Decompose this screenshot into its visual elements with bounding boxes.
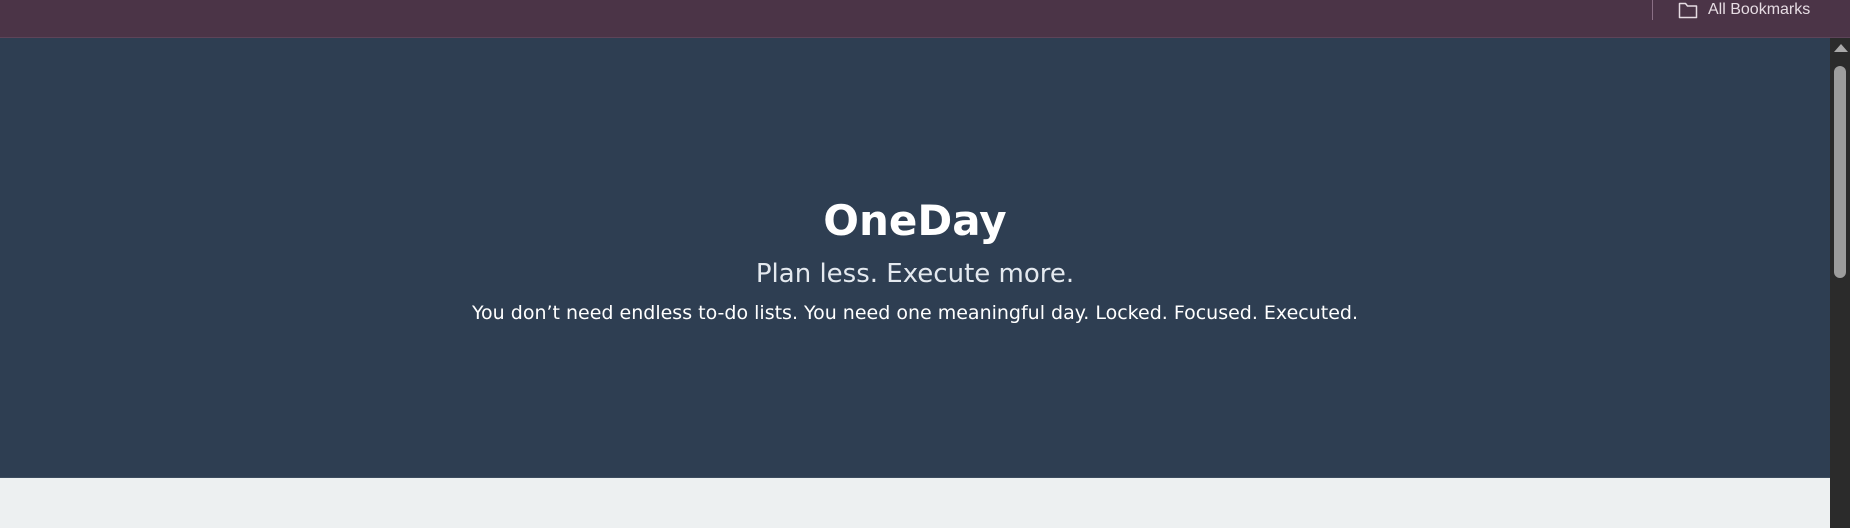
- toolbar-divider: [1652, 0, 1653, 20]
- page-viewport: OneDay Plan less. Execute more. You don’…: [0, 38, 1830, 528]
- browser-bookmarks-bar: All Bookmarks: [0, 0, 1850, 38]
- all-bookmarks-label: All Bookmarks: [1708, 1, 1811, 18]
- hero-title: OneDay: [823, 196, 1007, 245]
- hero-tagline: Plan less. Execute more.: [755, 259, 1075, 289]
- folder-icon: [1678, 2, 1698, 19]
- all-bookmarks-button[interactable]: All Bookmarks: [1678, 0, 1810, 20]
- vertical-scrollbar[interactable]: [1830, 38, 1850, 528]
- hero-section: OneDay Plan less. Execute more. You don’…: [0, 38, 1830, 478]
- scroll-up-arrow-icon[interactable]: [1834, 44, 1848, 52]
- scroll-thumb[interactable]: [1834, 66, 1846, 278]
- hero-description: You don’t need endless to-do lists. You …: [471, 302, 1359, 324]
